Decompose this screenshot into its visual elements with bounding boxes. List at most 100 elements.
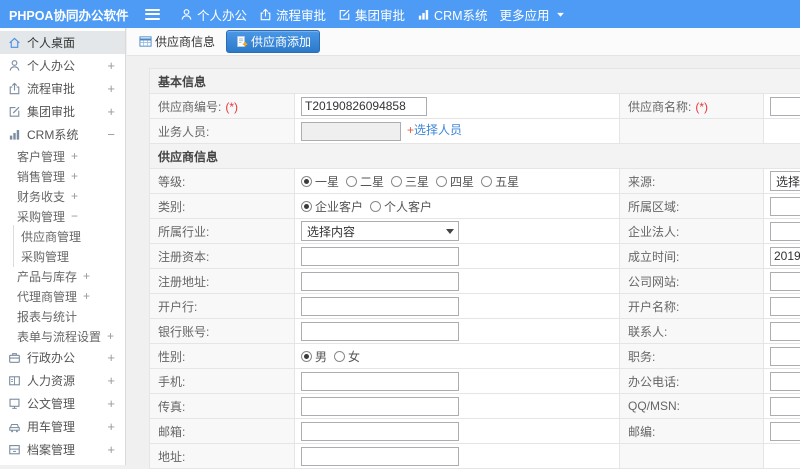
sidebar-item-14[interactable]: 表单与流程设置+ [0, 326, 125, 346]
supplier-name-input[interactable] [770, 97, 800, 116]
expand-toggle[interactable]: + [107, 350, 125, 365]
radio-label: 五星 [495, 173, 519, 190]
sidebar-item-9[interactable]: 供应商管理 [0, 226, 125, 246]
expand-toggle[interactable]: + [107, 373, 125, 388]
sidebar-item-7[interactable]: 财务收支+ [0, 186, 125, 206]
sidebar-item-6[interactable]: 销售管理+ [0, 166, 125, 186]
edit-icon [8, 105, 21, 118]
topbar-item-3[interactable]: CRM系统 [411, 0, 493, 28]
qq-msn-input[interactable] [770, 397, 800, 416]
registered-address-input[interactable] [301, 272, 459, 291]
sidebar-item-label: 流程审批 [27, 80, 75, 97]
job-title-input[interactable] [770, 347, 800, 366]
sidebar-item-12[interactable]: 代理商管理+ [0, 286, 125, 306]
legal-person-input[interactable] [770, 222, 800, 241]
staff-picker-link[interactable]: 选择人员 [414, 123, 462, 137]
fax-label-cell: 传真: [150, 394, 295, 419]
level-radio-4[interactable]: 五星 [481, 173, 519, 190]
expand-toggle[interactable]: + [107, 329, 114, 343]
sidebar-item-18[interactable]: 用车管理+ [0, 415, 125, 438]
source-select[interactable]: 选择内容 [770, 171, 800, 191]
expand-toggle[interactable]: + [83, 289, 90, 303]
radio-label: 二星 [360, 173, 384, 190]
topbar-item-2[interactable]: 集团审批 [332, 0, 411, 28]
tab-0[interactable]: 供应商信息 [134, 31, 220, 52]
radio-icon [301, 176, 312, 187]
contact-label-cell: 联系人: [620, 319, 764, 344]
sidebar-item-5[interactable]: 客户管理+ [0, 146, 125, 166]
sidebar-item-17[interactable]: 公文管理+ [0, 392, 125, 415]
sidebar-item-3[interactable]: 集团审批+ [0, 100, 125, 123]
level-radio-1[interactable]: 二星 [346, 173, 384, 190]
sidebar-item-1[interactable]: 个人办公 + [0, 54, 125, 77]
fax-input[interactable] [301, 397, 459, 416]
expand-toggle[interactable]: + [107, 442, 125, 457]
level-radio-3[interactable]: 四星 [436, 173, 474, 190]
founded-date-input[interactable] [770, 247, 800, 266]
expand-toggle[interactable]: − [107, 127, 125, 142]
category-radio-group: 企业客户个人客户 [301, 198, 439, 215]
supplier-code-input[interactable] [301, 97, 427, 116]
home-icon [8, 36, 21, 49]
sidebar-item-15[interactable]: 行政办公+ [0, 346, 125, 369]
sidebar-item-2[interactable]: 流程审批 + [0, 77, 125, 100]
category-radio-1[interactable]: 个人客户 [370, 198, 432, 215]
topbar-menu: 个人办公流程审批集团审批CRM系统更多应用 [174, 0, 573, 28]
expand-toggle[interactable]: + [71, 169, 78, 183]
email-label-cell: 邮箱: [150, 419, 295, 444]
expand-toggle[interactable]: + [71, 189, 78, 203]
sidebar-item-0[interactable]: 个人桌面 [0, 31, 125, 54]
topbar-item-0[interactable]: 个人办公 [174, 0, 253, 28]
industry-select[interactable]: 选择内容 [301, 221, 459, 241]
sidebar-item-8[interactable]: 采购管理− [0, 206, 125, 226]
expand-toggle[interactable]: − [71, 209, 78, 223]
expand-toggle[interactable]: + [107, 58, 125, 73]
level-radio-0[interactable]: 一星 [301, 173, 339, 190]
staff-input[interactable] [301, 122, 401, 141]
staff-field-cell: +选择人员 [295, 119, 620, 144]
founded-date-field-cell [764, 244, 800, 269]
topbar-item-4[interactable]: 更多应用 [494, 0, 573, 28]
mobile-input[interactable] [301, 372, 459, 391]
sidebar-item-label: 个人办公 [27, 57, 75, 74]
sidebar-item-11[interactable]: 产品与库存+ [0, 266, 125, 286]
level-radio-2[interactable]: 三星 [391, 173, 429, 190]
car-icon [8, 420, 21, 433]
expand-toggle[interactable]: + [107, 104, 125, 119]
bank-account-input[interactable] [301, 322, 459, 341]
gender-field-cell: 男女 [295, 344, 620, 369]
registered-capital-input[interactable] [301, 247, 459, 266]
expand-toggle[interactable]: + [107, 396, 125, 411]
hamburger-menu-icon[interactable] [145, 9, 160, 20]
email-input[interactable] [301, 422, 459, 441]
address-input[interactable] [301, 447, 459, 466]
contact-input[interactable] [770, 322, 800, 341]
expand-toggle[interactable]: + [83, 269, 90, 283]
sidebar-item-19[interactable]: 档案管理+ [0, 438, 125, 461]
form-row: 所属行业:选择内容企业法人: [150, 219, 800, 244]
supplier-name-field-cell [764, 94, 800, 119]
tab-label: 供应商添加 [251, 33, 311, 50]
website-input[interactable] [770, 272, 800, 291]
radio-icon [370, 201, 381, 212]
expand-toggle[interactable]: + [71, 149, 78, 163]
sidebar-item-label: CRM系统 [27, 126, 78, 143]
region-input[interactable] [770, 197, 800, 216]
gender-radio-1[interactable]: 女 [334, 348, 360, 365]
sidebar-item-10[interactable]: 采购管理 [0, 246, 125, 266]
sidebar-item-4[interactable]: CRM系统 − [0, 123, 125, 146]
topbar-item-1[interactable]: 流程审批 [253, 0, 332, 28]
account-name-input[interactable] [770, 297, 800, 316]
founded-date-label-cell: 成立时间: [620, 244, 764, 269]
tab-1-active[interactable]: 供应商添加 [226, 30, 320, 53]
sidebar-item-16[interactable]: 人力资源+ [0, 369, 125, 392]
sidebar-item-13[interactable]: 报表与统计 [0, 306, 125, 326]
gender-radio-0[interactable]: 男 [301, 348, 327, 365]
expand-toggle[interactable]: + [107, 81, 125, 96]
category-radio-0[interactable]: 企业客户 [301, 198, 363, 215]
zipcode-input[interactable] [770, 422, 800, 441]
sidebar-item-label: 采购管理 [17, 208, 65, 225]
bank-input[interactable] [301, 297, 459, 316]
expand-toggle[interactable]: + [107, 419, 125, 434]
office-phone-input[interactable] [770, 372, 800, 391]
